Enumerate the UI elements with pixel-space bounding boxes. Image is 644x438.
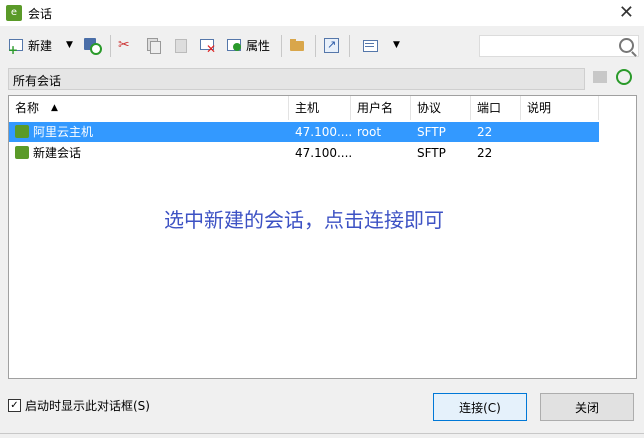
paste-icon — [172, 37, 188, 53]
col-header-protocol[interactable]: 协议 — [411, 96, 471, 120]
col-header-name[interactable]: 名称 ▲ — [9, 96, 289, 120]
new-dropdown-arrow[interactable]: ▼ — [66, 31, 73, 59]
view-button[interactable] — [362, 31, 378, 59]
session-table: 名称 ▲ 主机 用户名 协议 端口 说明 阿里云主机 47.100.... roo… — [8, 95, 637, 379]
hint-text: 选中新建的会话，点击连接即可 — [164, 208, 444, 232]
col-header-host[interactable]: 主机 — [289, 96, 351, 120]
session-port: 22 — [477, 125, 493, 139]
delete-button[interactable]: ✕ — [199, 31, 216, 59]
list-view-icon — [362, 37, 378, 53]
cut-icon: ✂ — [118, 37, 130, 53]
close-button[interactable]: 关闭 — [540, 393, 634, 421]
connect-button[interactable]: 连接(C) — [433, 393, 527, 421]
search-icon — [619, 38, 634, 53]
session-icon — [15, 125, 29, 138]
checkbox-box[interactable]: ✓ — [8, 399, 21, 412]
divider — [0, 433, 644, 434]
session-protocol: SFTP — [417, 125, 446, 139]
table-header: 名称 ▲ 主机 用户名 协议 端口 说明 — [9, 96, 636, 120]
table-row[interactable]: 阿里云主机 47.100.... root SFTP 22 — [9, 122, 599, 142]
session-host: 47.100.... — [295, 146, 353, 160]
folder-icon — [289, 37, 305, 53]
new-folder-icon[interactable] — [593, 71, 607, 83]
folder-button[interactable] — [289, 31, 305, 59]
export-icon: ↗ — [323, 37, 339, 53]
path-text: 所有会话 — [13, 74, 62, 88]
search-input[interactable] — [479, 35, 639, 57]
properties-button[interactable]: 属性 — [226, 31, 270, 59]
toolbar: + 新建 ▼ ✂ ✕ 属性 ↗ ▼ — [0, 31, 644, 61]
session-name: 新建会话 — [33, 146, 82, 160]
show-on-startup-checkbox[interactable]: ✓ 启动时显示此对话框(S) — [8, 397, 150, 414]
paste-button[interactable] — [172, 31, 188, 59]
sort-asc-icon: ▲ — [51, 103, 58, 113]
copy-icon — [145, 37, 161, 54]
view-dropdown-arrow[interactable]: ▼ — [393, 31, 400, 59]
app-icon: e — [6, 5, 22, 21]
new-session-button[interactable]: + 新建 — [8, 31, 52, 59]
new-label: 新建 — [28, 38, 53, 53]
session-user: root — [357, 125, 382, 139]
session-host: 47.100.... — [295, 125, 353, 139]
open-session-button[interactable] — [83, 31, 102, 59]
table-row[interactable]: 新建会话 47.100.... SFTP 22 — [9, 143, 599, 163]
delete-icon: ✕ — [199, 37, 216, 56]
properties-icon — [226, 37, 242, 53]
close-icon[interactable]: ✕ — [619, 2, 634, 23]
session-port: 22 — [477, 146, 493, 160]
title-bar: e 会话 ✕ — [0, 0, 644, 26]
session-protocol: SFTP — [417, 146, 446, 160]
window-title: 会话 — [28, 7, 53, 21]
save-icon — [83, 37, 102, 55]
session-path-bar[interactable]: 所有会话 — [8, 68, 585, 90]
col-header-desc[interactable]: 说明 — [521, 96, 599, 120]
checkbox-label: 启动时显示此对话框(S) — [25, 399, 150, 413]
properties-label: 属性 — [246, 38, 271, 53]
col-header-user[interactable]: 用户名 — [351, 96, 411, 120]
session-icon — [15, 146, 29, 159]
copy-button[interactable] — [145, 31, 161, 59]
cut-button[interactable]: ✂ — [118, 31, 134, 59]
col-header-port[interactable]: 端口 — [471, 96, 521, 120]
session-name: 阿里云主机 — [33, 125, 94, 139]
new-session-icon: + — [8, 37, 24, 56]
refresh-icon[interactable] — [616, 69, 632, 85]
export-button[interactable]: ↗ — [323, 31, 339, 59]
